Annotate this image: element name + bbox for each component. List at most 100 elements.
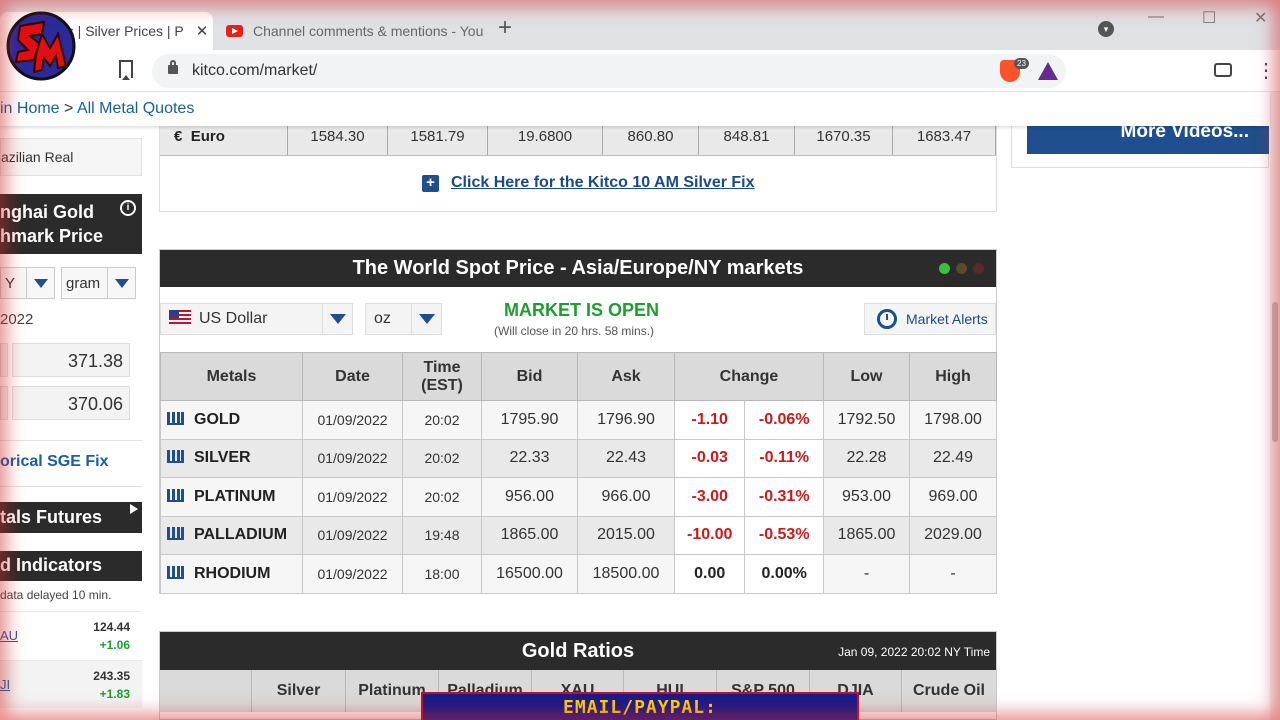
metal-name[interactable]: RHODIUM	[160, 554, 303, 594]
ask-price: 1796.90	[577, 400, 675, 440]
bid-price: 22.33	[481, 438, 578, 478]
metal-label[interactable]: SILVER	[194, 449, 251, 466]
currency-list-item[interactable]: azilian Real	[0, 138, 142, 176]
bid-price: 1795.90	[481, 400, 578, 440]
quote-time: 19:48	[402, 515, 482, 555]
euro-value: 860.80	[603, 126, 699, 155]
bookmark-icon[interactable]	[119, 60, 133, 80]
ask-price: 18500.00	[577, 554, 675, 594]
column-header: Ask	[577, 352, 675, 401]
maximize-button[interactable]: ☐	[1202, 8, 1216, 28]
indicator-value: 243.35	[93, 669, 130, 683]
table-row[interactable]: RHODIUM 01/09/2022 18:00 16500.00 18500.00 0.…	[160, 554, 997, 594]
status-dot-green	[939, 263, 950, 274]
alarm-clock-icon	[877, 309, 897, 329]
table-row[interactable]: GOLD 01/09/2022 20:02 1795.90 1796.90 -1.10 -0…	[160, 400, 997, 440]
arrow-right-icon[interactable]	[130, 504, 138, 514]
historical-sge-fix-link[interactable]: orical SGE Fix	[0, 453, 108, 471]
table-row[interactable]: SILVER 01/09/2022 20:02 22.33 22.43 -0.03 -0.1…	[160, 438, 997, 478]
page-scrollbar[interactable]	[1270, 92, 1280, 720]
tab-youtube[interactable]: Channel comments & mentions - You	[218, 12, 486, 50]
us-flag-icon	[169, 310, 191, 324]
breadcrumb-home[interactable]: in Home	[0, 100, 60, 117]
chevron-down-icon[interactable]	[322, 304, 352, 334]
brave-rewards-icon[interactable]	[1038, 62, 1058, 80]
chart-icon[interactable]	[167, 450, 184, 464]
brave-count-badge: 23	[1014, 58, 1029, 69]
sge-unit-value: gram	[66, 275, 101, 292]
unit-select-value: oz	[374, 310, 391, 327]
euro-row: € Euro 1584.30 1581.79 19.6800 860.80 84…	[160, 126, 996, 156]
plus-icon[interactable]: +	[422, 174, 439, 192]
change-value: -10.00	[673, 515, 746, 555]
chart-icon[interactable]	[167, 488, 184, 502]
left-sidebar: azilian Real nghai Gold hmark Price i Y …	[0, 126, 142, 720]
gold-ratios-timestamp: Jan 09, 2022 20:02 NY Time	[838, 645, 990, 659]
sge-price-label-2	[0, 386, 8, 420]
indicator-symbol[interactable]: JI	[0, 677, 10, 692]
change-value: -0.03	[673, 438, 746, 478]
table-row[interactable]: PALLADIUM 01/09/2022 19:48 1865.00 2015.00 -1…	[160, 515, 997, 555]
info-icon[interactable]: i	[120, 200, 136, 216]
metal-name[interactable]: PLATINUM	[160, 477, 303, 517]
quote-date: 01/09/2022	[302, 438, 403, 478]
metal-label[interactable]: PALLADIUM	[194, 526, 287, 543]
kitco-silver-fix-link[interactable]: + Click Here for the Kitco 10 AM Silver …	[422, 174, 755, 192]
chart-icon[interactable]	[167, 565, 184, 579]
lock-icon[interactable]	[168, 60, 178, 74]
high-price: 2029.00	[909, 515, 997, 555]
indicator-row[interactable]: AU 124.44 +1.06	[0, 611, 142, 659]
metal-label[interactable]: RHODIUM	[194, 565, 270, 582]
metal-label[interactable]: PLATINUM	[194, 488, 275, 505]
column-header: Date	[302, 352, 403, 401]
minimize-button[interactable]: —	[1148, 8, 1164, 26]
chart-icon[interactable]	[167, 411, 184, 425]
breadcrumb-current[interactable]: All Metal Quotes	[77, 100, 194, 117]
indicator-symbol[interactable]: AU	[0, 628, 18, 643]
chevron-down-icon[interactable]	[411, 304, 441, 334]
market-alerts-button[interactable]: Market Alerts	[864, 303, 996, 335]
spot-price-header: The World Spot Price - Asia/Europe/NY ma…	[160, 250, 996, 287]
indicator-row[interactable]: JI 243.35 +1.83	[0, 660, 142, 708]
wallet-icon[interactable]	[1214, 63, 1232, 77]
metals-futures-header[interactable]: tals Futures	[0, 502, 142, 533]
metal-name[interactable]: GOLD	[160, 400, 303, 440]
euro-value: 1581.79	[388, 126, 488, 155]
spot-price-title: The World Spot Price - Asia/Europe/NY ma…	[352, 257, 804, 279]
new-tab-button[interactable]: +	[498, 14, 512, 42]
tab-title: Channel comments & mentions - You	[253, 23, 484, 39]
currency-select[interactable]: US Dollar	[160, 303, 353, 335]
kitco-silver-fix-label[interactable]: Click Here for the Kitco 10 AM Silver Fi…	[451, 174, 755, 192]
sge-currency-select[interactable]: Y	[0, 267, 55, 299]
change-percent: -0.53%	[744, 515, 824, 555]
quote-time: 20:02	[402, 400, 482, 440]
chevron-down-icon[interactable]	[26, 268, 54, 298]
browser-toolbar: kitco.com/market/ 23 ⋮	[0, 50, 1280, 92]
spot-controls: US Dollar oz MARKET IS OPEN (Will close …	[160, 287, 996, 352]
change-percent: 0.00%	[744, 554, 824, 594]
sge-price-1: 371.38	[12, 343, 130, 377]
ask-price: 966.00	[577, 477, 675, 517]
menu-icon[interactable]: ⋮	[1256, 58, 1276, 83]
metal-label[interactable]: GOLD	[194, 411, 240, 428]
youtube-icon	[226, 25, 243, 37]
metal-name[interactable]: SILVER	[160, 438, 303, 478]
breadcrumb-separator: >	[59, 100, 77, 117]
euro-label: € Euro	[160, 126, 288, 155]
change-percent: -0.31%	[744, 477, 824, 517]
chart-icon[interactable]	[167, 527, 184, 541]
unit-select[interactable]: oz	[365, 303, 442, 335]
high-price: 22.49	[909, 438, 997, 478]
tab-search-icon[interactable]: ▾	[1098, 21, 1114, 37]
table-row[interactable]: PLATINUM 01/09/2022 20:02 956.00 966.00 -3.00…	[160, 477, 997, 517]
bid-price: 1865.00	[481, 515, 578, 555]
scrollbar-thumb[interactable]	[1272, 302, 1278, 442]
tab-bar: ces | Silver Prices | P ✕ Channel commen…	[0, 0, 1280, 50]
window-close-button[interactable]: ✕	[1254, 8, 1267, 28]
chevron-down-icon[interactable]	[107, 268, 135, 298]
sge-unit-select[interactable]: gram	[61, 267, 136, 299]
close-icon[interactable]: ✕	[191, 22, 213, 40]
url-text[interactable]: kitco.com/market/	[192, 62, 317, 80]
metal-name[interactable]: PALLADIUM	[160, 515, 303, 555]
address-bar[interactable]: kitco.com/market/ 23	[152, 54, 1066, 88]
